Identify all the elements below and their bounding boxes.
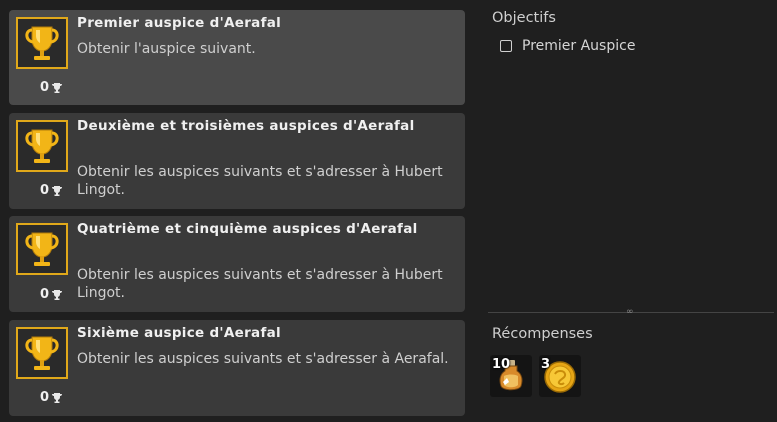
reward-count: 10 [492, 357, 511, 372]
quest-details-panel: Objectifs Premier Auspice ∞ Récompenses … [478, 0, 777, 422]
divider-handle-icon[interactable]: ∞ [626, 307, 634, 317]
quest-title: Quatrième et cinquième auspices d'Aerafa… [77, 221, 418, 237]
rewards-title: Récompenses [492, 326, 593, 342]
quest-title: Deuxième et troisièmes auspices d'Aerafa… [77, 118, 415, 134]
quest-card[interactable]: Deuxième et troisièmes auspices d'Aerafa… [9, 113, 465, 209]
points-value: 0 [40, 390, 50, 405]
small-trophy-icon [52, 82, 63, 93]
reward-slot[interactable]: 3 [539, 355, 581, 397]
points-value: 0 [40, 287, 50, 302]
points-value: 0 [40, 80, 50, 95]
trophy-icon [16, 327, 68, 379]
trophy-icon [16, 17, 68, 69]
objectives-title: Objectifs [492, 10, 556, 26]
trophy-icon [16, 223, 68, 275]
trophy-icon [16, 120, 68, 172]
quest-points: 0 [40, 80, 63, 95]
quest-points: 0 [40, 390, 63, 405]
quest-description: Obtenir les auspices suivants et s'adres… [77, 164, 443, 198]
quest-list: Premier auspice d'Aerafal Obtenir l'ausp… [9, 10, 465, 416]
quest-title: Premier auspice d'Aerafal [77, 15, 282, 31]
reward-slot[interactable]: 10 [490, 355, 532, 397]
quest-description: Obtenir les auspices suivants et s'adres… [77, 267, 443, 301]
small-trophy-icon [52, 289, 63, 300]
reward-count: 3 [541, 357, 551, 372]
objective-checkbox[interactable] [500, 40, 512, 52]
quest-points: 0 [40, 183, 63, 198]
points-value: 0 [40, 183, 50, 198]
small-trophy-icon [52, 392, 63, 403]
quest-card[interactable]: Premier auspice d'Aerafal Obtenir l'ausp… [9, 10, 465, 105]
quest-title: Sixième auspice d'Aerafal [77, 325, 281, 341]
quest-description: Obtenir les auspices suivants et s'adres… [77, 351, 449, 367]
quest-card[interactable]: Quatrième et cinquième auspices d'Aerafa… [9, 216, 465, 312]
small-trophy-icon [52, 185, 63, 196]
objective-item[interactable]: Premier Auspice [500, 38, 635, 54]
quest-card[interactable]: Sixième auspice d'Aerafal Obtenir les au… [9, 320, 465, 416]
objective-label: Premier Auspice [522, 38, 636, 54]
quest-points: 0 [40, 287, 63, 302]
quest-description: Obtenir l'auspice suivant. [77, 41, 256, 57]
